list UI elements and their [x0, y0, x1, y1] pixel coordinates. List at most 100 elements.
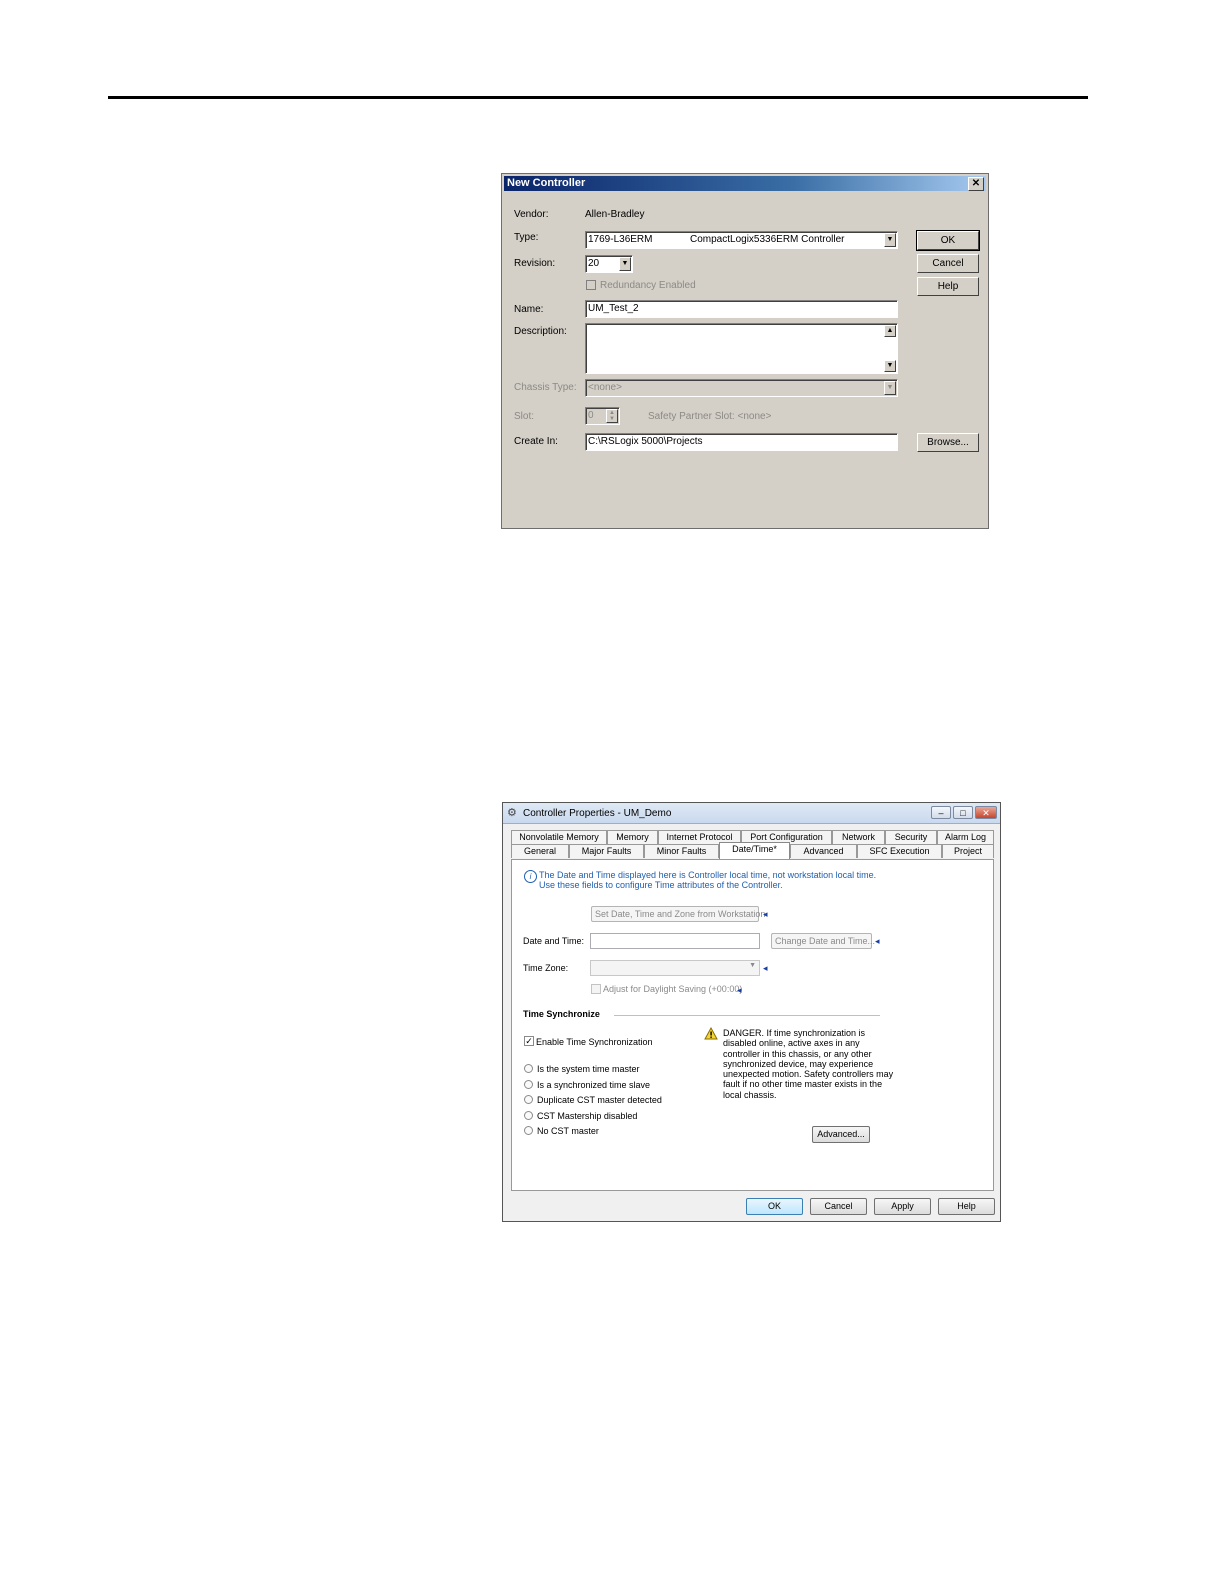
chevron-down-icon: ▼ — [749, 962, 756, 969]
arrow-icon: ◂ — [763, 963, 768, 973]
revision-label: Revision: — [514, 258, 556, 269]
danger-line: fault if no other time master exists in … — [723, 1079, 883, 1090]
chassis-type-value: <none> — [588, 382, 622, 393]
radio-cst-mastership-disabled[interactable] — [524, 1111, 533, 1120]
radio-label: Is a synchronized time slave — [537, 1080, 651, 1090]
tab-advanced[interactable]: Advanced — [790, 844, 857, 858]
danger-line: controller in this chassis, or any other — [723, 1048, 872, 1059]
new-controller-dialog: New Controller ✕ Vendor: Allen-Bradley T… — [501, 173, 989, 529]
tab-major-faults[interactable]: Major Faults — [569, 844, 644, 858]
controller-properties-dialog: ⚙ Controller Properties - UM_Demo – □ ✕ … — [502, 802, 1001, 1222]
change-date-time-button[interactable]: Change Date and Time... — [771, 933, 875, 949]
description-textarea[interactable]: ▲ ▼ — [585, 323, 898, 374]
browse-button[interactable]: Browse... — [917, 433, 979, 452]
radio-duplicate-cst-master[interactable] — [524, 1095, 533, 1104]
advanced-button[interactable]: Advanced... — [812, 1126, 870, 1143]
date-time-input[interactable] — [590, 933, 760, 949]
tab-project[interactable]: Project — [942, 844, 994, 858]
danger-message: DANGER. If time synchronization is disab… — [723, 1028, 893, 1100]
info-icon: i — [524, 870, 537, 883]
vendor-value: Allen-Bradley — [585, 209, 645, 220]
help-button[interactable]: Help — [938, 1198, 995, 1215]
create-in-label: Create In: — [514, 436, 558, 447]
maximize-icon[interactable]: □ — [953, 806, 973, 819]
radio-system-time-master[interactable] — [524, 1064, 533, 1073]
chassis-type-select[interactable]: <none> ▼ — [585, 379, 898, 397]
section-divider — [614, 1015, 880, 1016]
type-select[interactable]: 1769-L36ERM CompactLogix5336ERM Controll… — [585, 231, 898, 249]
spinner-arrows-icon[interactable]: ▲ ▼ — [606, 409, 618, 423]
time-zone-select[interactable]: ▼ — [590, 960, 760, 976]
radio-synchronized-time-slave[interactable] — [524, 1080, 533, 1089]
arrow-icon: ◂ — [737, 985, 742, 995]
arrow-icon: ◂ — [875, 936, 880, 946]
radio-label: CST Mastership disabled — [537, 1111, 638, 1121]
create-in-input[interactable]: C:\RSLogix 5000\Projects — [585, 433, 898, 451]
tab-security[interactable]: Security — [885, 830, 937, 844]
tab-network[interactable]: Network — [832, 830, 885, 844]
tab-alarm-log[interactable]: Alarm Log — [937, 830, 994, 844]
chevron-down-icon[interactable]: ▼ — [884, 381, 896, 395]
cancel-button[interactable]: Cancel — [810, 1198, 867, 1215]
dialog-title: New Controller — [507, 177, 586, 189]
date-time-label: Date and Time: — [523, 936, 585, 946]
redundancy-label: Redundancy Enabled — [600, 280, 696, 291]
tab-memory[interactable]: Memory — [607, 830, 658, 844]
title-bar: ⚙ Controller Properties - UM_Demo – □ ✕ — [503, 803, 1000, 824]
ok-button[interactable]: OK — [746, 1198, 803, 1215]
scroll-up-icon[interactable]: ▲ — [884, 325, 896, 337]
slot-value: 0 — [588, 410, 594, 421]
slot-spinner[interactable]: 0 ▲ ▼ — [585, 407, 620, 425]
tab-sfc-execution[interactable]: SFC Execution — [857, 844, 942, 858]
description-label: Description: — [514, 326, 567, 337]
radio-label: Is the system time master — [537, 1064, 640, 1074]
name-input[interactable]: UM_Test_2 — [585, 300, 898, 318]
danger-line: local chassis. — [723, 1089, 777, 1100]
chevron-down-icon[interactable]: ▼ — [884, 233, 896, 247]
info-line-1: The Date and Time displayed here is Cont… — [539, 870, 877, 880]
help-button[interactable]: Help — [917, 277, 979, 296]
title-bar: New Controller ✕ — [504, 176, 986, 191]
page-header-rule — [108, 96, 1088, 99]
type-description: CompactLogix5336ERM Controller — [690, 234, 845, 245]
enable-sync-checkbox[interactable]: ✓ — [524, 1036, 534, 1046]
info-line-2: Use these fields to configure Time attri… — [539, 880, 783, 890]
daylight-saving-label: Adjust for Daylight Saving (+00:00) — [603, 984, 743, 994]
cancel-button[interactable]: Cancel — [917, 254, 979, 273]
danger-line: disabled online, active axes in any — [723, 1038, 860, 1049]
redundancy-checkbox[interactable] — [586, 280, 596, 290]
dialog-title: Controller Properties - UM_Demo — [523, 808, 672, 819]
close-icon[interactable]: ✕ — [968, 177, 984, 191]
tab-general[interactable]: General — [511, 844, 569, 858]
type-label: Type: — [514, 232, 539, 243]
minimize-icon[interactable]: – — [931, 806, 951, 819]
chevron-down-icon[interactable]: ▼ — [619, 257, 631, 271]
tab-nonvolatile-memory[interactable]: Nonvolatile Memory — [511, 830, 607, 844]
safety-partner-slot: Safety Partner Slot: <none> — [648, 411, 772, 422]
enable-sync-label: Enable Time Synchronization — [536, 1037, 653, 1047]
revision-value: 20 — [588, 258, 600, 269]
name-value: UM_Test_2 — [588, 303, 639, 314]
radio-label: No CST master — [537, 1126, 599, 1136]
revision-select[interactable]: 20 ▼ — [585, 255, 633, 273]
danger-line: DANGER. If time synchronization is — [723, 1028, 866, 1038]
name-label: Name: — [514, 304, 544, 315]
radio-label: Duplicate CST master detected — [537, 1095, 662, 1105]
time-sync-header: Time Synchronize — [523, 1009, 600, 1019]
apply-button[interactable]: Apply — [874, 1198, 931, 1215]
set-from-workstation-button[interactable]: Set Date, Time and Zone from Workstation — [591, 906, 765, 922]
vendor-label: Vendor: — [514, 209, 549, 220]
warning-icon — [704, 1027, 718, 1040]
close-icon[interactable]: ✕ — [975, 806, 997, 819]
scroll-down-icon[interactable]: ▼ — [884, 360, 896, 372]
danger-line: synchronized device, may experience — [723, 1058, 874, 1069]
ok-button[interactable]: OK — [916, 230, 980, 251]
tab-date-time[interactable]: Date/Time* — [719, 842, 790, 859]
daylight-saving-checkbox[interactable] — [591, 984, 601, 994]
arrow-icon: ◂ — [763, 909, 768, 919]
slot-label: Slot: — [514, 411, 535, 422]
date-time-panel: i The Date and Time displayed here is Co… — [511, 859, 994, 1191]
tab-minor-faults[interactable]: Minor Faults — [644, 844, 719, 858]
radio-no-cst-master[interactable] — [524, 1126, 533, 1135]
time-zone-label: Time Zone: — [523, 963, 569, 973]
